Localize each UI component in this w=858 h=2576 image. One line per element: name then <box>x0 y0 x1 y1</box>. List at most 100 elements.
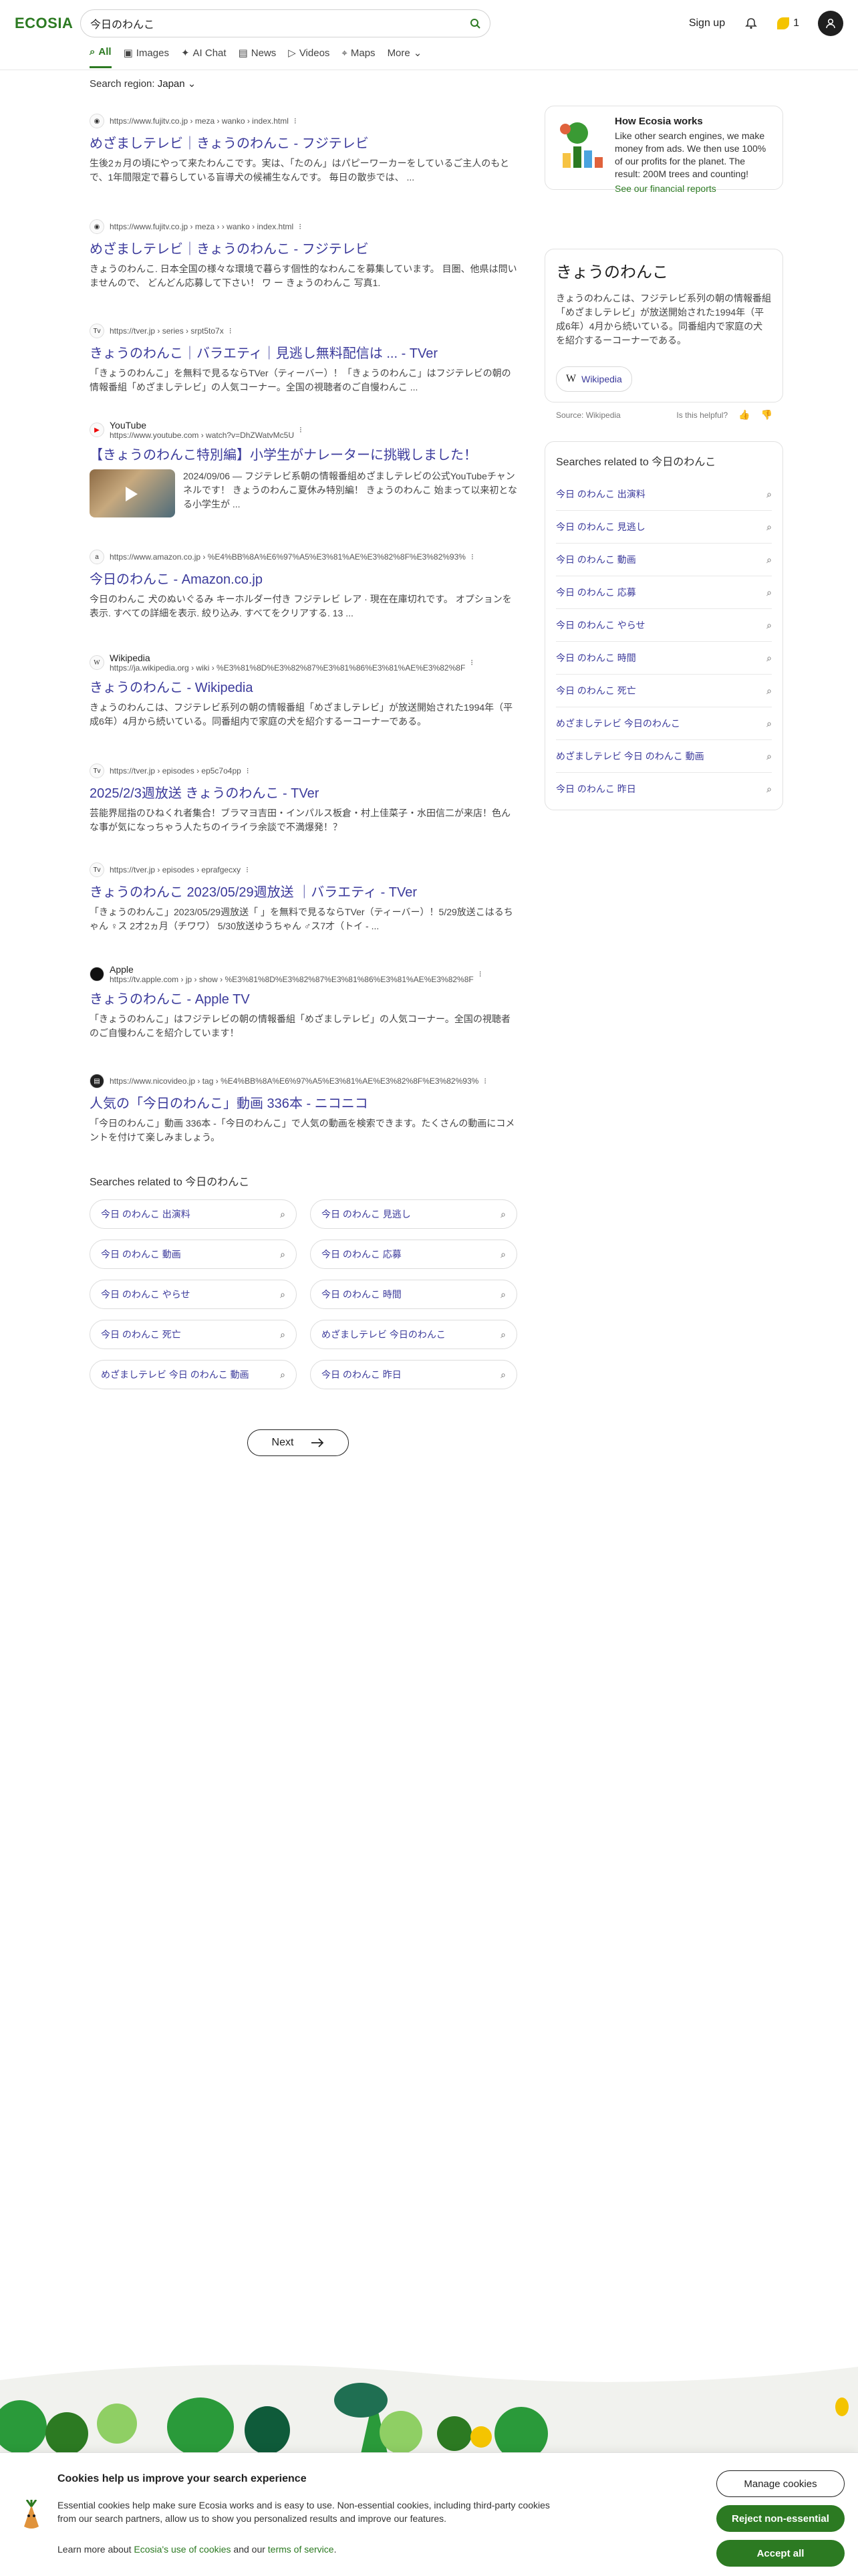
result-title[interactable]: 人気の「今日のわんこ」動画 336本 - ニコニコ <box>90 1095 517 1113</box>
video-thumbnail[interactable] <box>90 469 175 517</box>
more-icon[interactable]: ⁝ <box>470 658 473 667</box>
image-icon: ▣ <box>123 47 133 59</box>
more-icon[interactable]: ⁝ <box>299 425 302 435</box>
sidebar-related-item[interactable]: 今日 のわんこ 時間 ⌕ <box>556 641 772 674</box>
user-avatar[interactable] <box>818 11 843 36</box>
apple-favicon-icon <box>90 967 104 981</box>
thumbs-up-icon[interactable]: 👍 <box>738 409 750 421</box>
wikipedia-label: Wikipedia <box>581 374 622 384</box>
cookie-policy-link[interactable]: Ecosia's use of cookies <box>134 2544 231 2555</box>
more-icon[interactable]: ⁝ <box>247 766 249 776</box>
related-search-chip[interactable]: 今日 のわんこ やらせ ⌕ <box>90 1280 297 1309</box>
more-icon[interactable]: ⁝ <box>479 969 482 979</box>
tab-news[interactable]: ▤ News <box>239 43 277 68</box>
tab-all[interactable]: ⌕ All <box>90 43 112 68</box>
result-source[interactable]: Apple https://tv.apple.com › jp › show ›… <box>90 964 517 984</box>
result-title[interactable]: きょうのわんこ 2023/05/29週放送 ｜バラエティ - TVer <box>90 884 517 901</box>
search-input[interactable]: 今日のわんこ <box>80 9 490 37</box>
tab-videos[interactable]: ▷ Videos <box>288 43 329 68</box>
item-label: 今日 のわんこ 見逃し <box>556 521 646 532</box>
play-icon: ▷ <box>288 47 296 59</box>
accept-all-button[interactable]: Accept all <box>716 2540 845 2567</box>
tab-more[interactable]: More ⌄ <box>388 43 422 68</box>
result-item: Tv https://tver.jp › episodes › ep5c7o4p… <box>90 764 517 834</box>
sidebar-related-item[interactable]: めざましテレビ 今日 のわんこ 動画 ⌕ <box>556 739 772 772</box>
reject-nonessential-button[interactable]: Reject non-essential <box>716 2505 845 2532</box>
tab-maps[interactable]: ⌖ Maps <box>341 43 375 68</box>
related-search-chip[interactable]: 今日 のわんこ 昨日 ⌕ <box>310 1360 517 1389</box>
result-source[interactable]: ◉ https://www.fujitv.co.jp › meza › › wa… <box>90 219 517 234</box>
result-snippet: 2024/09/06 — フジテレビ系朝の情報番組めざましテレビの公式YouTu… <box>183 471 517 509</box>
result-source[interactable]: ▶ YouTube https://www.youtube.com › watc… <box>90 420 517 440</box>
source-text: YouTube https://www.youtube.com › watch?… <box>110 420 294 440</box>
tab-label: Maps <box>350 47 376 59</box>
sidebar-related-item[interactable]: 今日 のわんこ やらせ ⌕ <box>556 608 772 641</box>
result-source[interactable]: a https://www.amazon.co.jp › %E4%BB%8A%E… <box>90 550 517 564</box>
sidebar-related-item[interactable]: 今日 のわんこ 昨日 ⌕ <box>556 772 772 805</box>
result-title[interactable]: 今日のわんこ - Amazon.co.jp <box>90 571 517 588</box>
signup-link[interactable]: Sign up <box>689 17 725 29</box>
ecosia-logo[interactable]: ECOSIA <box>15 15 73 32</box>
more-icon[interactable]: ⁝ <box>299 222 301 231</box>
seed-counter[interactable]: 1 <box>777 17 799 29</box>
related-search-chip[interactable]: 今日 のわんこ 見逃し ⌕ <box>310 1199 517 1229</box>
result-source[interactable]: Tv https://tver.jp › episodes › eprafgec… <box>90 862 517 877</box>
related-search-chip[interactable]: 今日 のわんこ 出演料 ⌕ <box>90 1199 297 1229</box>
result-source[interactable]: ▤ https://www.nicovideo.jp › tag › %E4%B… <box>90 1074 517 1088</box>
arrow-right-icon <box>311 1438 324 1447</box>
search-icon[interactable] <box>470 18 480 29</box>
result-snippet: 今日のわんこ 犬のぬいぐるみ キーホルダー付き フジテレビ レア · 現在在庫切… <box>90 594 512 618</box>
result-item: W Wikipedia https://ja.wikipedia.org › w… <box>90 653 517 729</box>
thumbs-down-icon[interactable]: 👎 <box>761 409 772 421</box>
sidebar-related-item[interactable]: 今日 のわんこ 出演料 ⌕ <box>556 478 772 510</box>
tver-favicon-icon: Tv <box>90 764 104 778</box>
more-icon[interactable]: ⁝ <box>484 1076 486 1086</box>
result-source[interactable]: Tv https://tver.jp › series › srpt5to7x ⁝ <box>90 324 517 338</box>
result-url: https://www.nicovideo.jp › tag › %E4%BB%… <box>110 1076 479 1086</box>
result-title[interactable]: きょうのわんこ - Apple TV <box>90 991 517 1008</box>
search-icon: ⌕ <box>766 783 772 794</box>
result-source[interactable]: Tv https://tver.jp › episodes › ep5c7o4p… <box>90 764 517 778</box>
more-icon[interactable]: ⁝ <box>294 116 297 126</box>
related-search-chip[interactable]: 今日 のわんこ 時間 ⌕ <box>310 1280 517 1309</box>
search-icon: ⌕ <box>766 717 772 729</box>
item-label: 今日 のわんこ 応募 <box>556 587 636 598</box>
next-page-button[interactable]: Next <box>247 1429 349 1456</box>
terms-link[interactable]: terms of service <box>268 2544 334 2555</box>
related-search-chip[interactable]: めざましテレビ 今日のわんこ ⌕ <box>310 1320 517 1349</box>
result-title[interactable]: めざましテレビ｜きょうのわんこ - フジテレビ <box>90 135 517 152</box>
sidebar-related-item[interactable]: めざましテレビ 今日のわんこ ⌕ <box>556 707 772 739</box>
related-search-chip[interactable]: 今日 のわんこ 死亡 ⌕ <box>90 1320 297 1349</box>
result-title[interactable]: 【きょうのわんこ特別編】小学生がナレーターに挑戦しました！ <box>90 447 517 464</box>
sidebar-related-item[interactable]: 今日 のわんこ 死亡 ⌕ <box>556 674 772 707</box>
result-source[interactable]: W Wikipedia https://ja.wikipedia.org › w… <box>90 653 517 673</box>
result-title[interactable]: きょうのわんこ - Wikipedia <box>90 679 517 697</box>
more-icon[interactable]: ⁝ <box>246 865 249 874</box>
financial-reports-link[interactable]: See our financial reports <box>615 183 770 194</box>
result-title[interactable]: めざましテレビ｜きょうのわんこ - フジテレビ <box>90 241 517 258</box>
result-item: ◉ https://www.fujitv.co.jp › meza › › wa… <box>90 219 517 290</box>
related-search-chip[interactable]: 今日 のわんこ 応募 ⌕ <box>310 1240 517 1269</box>
tab-images[interactable]: ▣ Images <box>124 43 169 68</box>
how-text: Like other search engines, we make money… <box>615 130 766 179</box>
search-region[interactable]: Search region: Japan ⌄ <box>90 78 196 90</box>
result-title[interactable]: きょうのわんこ｜バラエティ｜見逃し無料配信は ... - TVer <box>90 345 517 362</box>
tab-ai-chat[interactable]: ✦ AI Chat <box>181 43 227 68</box>
sidebar-related-item[interactable]: 今日 のわんこ 動画 ⌕ <box>556 543 772 576</box>
result-source[interactable]: ◉ https://www.fujitv.co.jp › meza › wank… <box>90 114 517 128</box>
wikipedia-button[interactable]: W Wikipedia <box>556 366 632 392</box>
sidebar-related-item[interactable]: 今日 のわんこ 見逃し ⌕ <box>556 510 772 543</box>
manage-cookies-button[interactable]: Manage cookies <box>716 2470 845 2497</box>
tab-label: All <box>98 46 112 57</box>
region-value: Japan <box>157 78 185 90</box>
related-search-chip[interactable]: 今日 のわんこ 動画 ⌕ <box>90 1240 297 1269</box>
sidebar-related-item[interactable]: 今日 のわんこ 応募 ⌕ <box>556 576 772 608</box>
result-snippet: きょうのわんこは、フジテレビ系列の朝の情報番組「めざましテレビ」が放送開始された… <box>90 702 513 727</box>
related-search-chip[interactable]: めざましテレビ 今日 のわんこ 動画 ⌕ <box>90 1360 297 1389</box>
more-icon[interactable]: ⁝ <box>229 326 232 336</box>
search-query[interactable]: 今日のわんこ <box>90 15 470 31</box>
more-icon[interactable]: ⁝ <box>471 552 474 562</box>
result-title[interactable]: 2025/2/3週放送 きょうのわんこ - TVer <box>90 785 517 802</box>
cookie-learn-more: Learn more about Ecosia's use of cookies… <box>57 2544 336 2555</box>
bell-icon[interactable] <box>744 16 758 31</box>
